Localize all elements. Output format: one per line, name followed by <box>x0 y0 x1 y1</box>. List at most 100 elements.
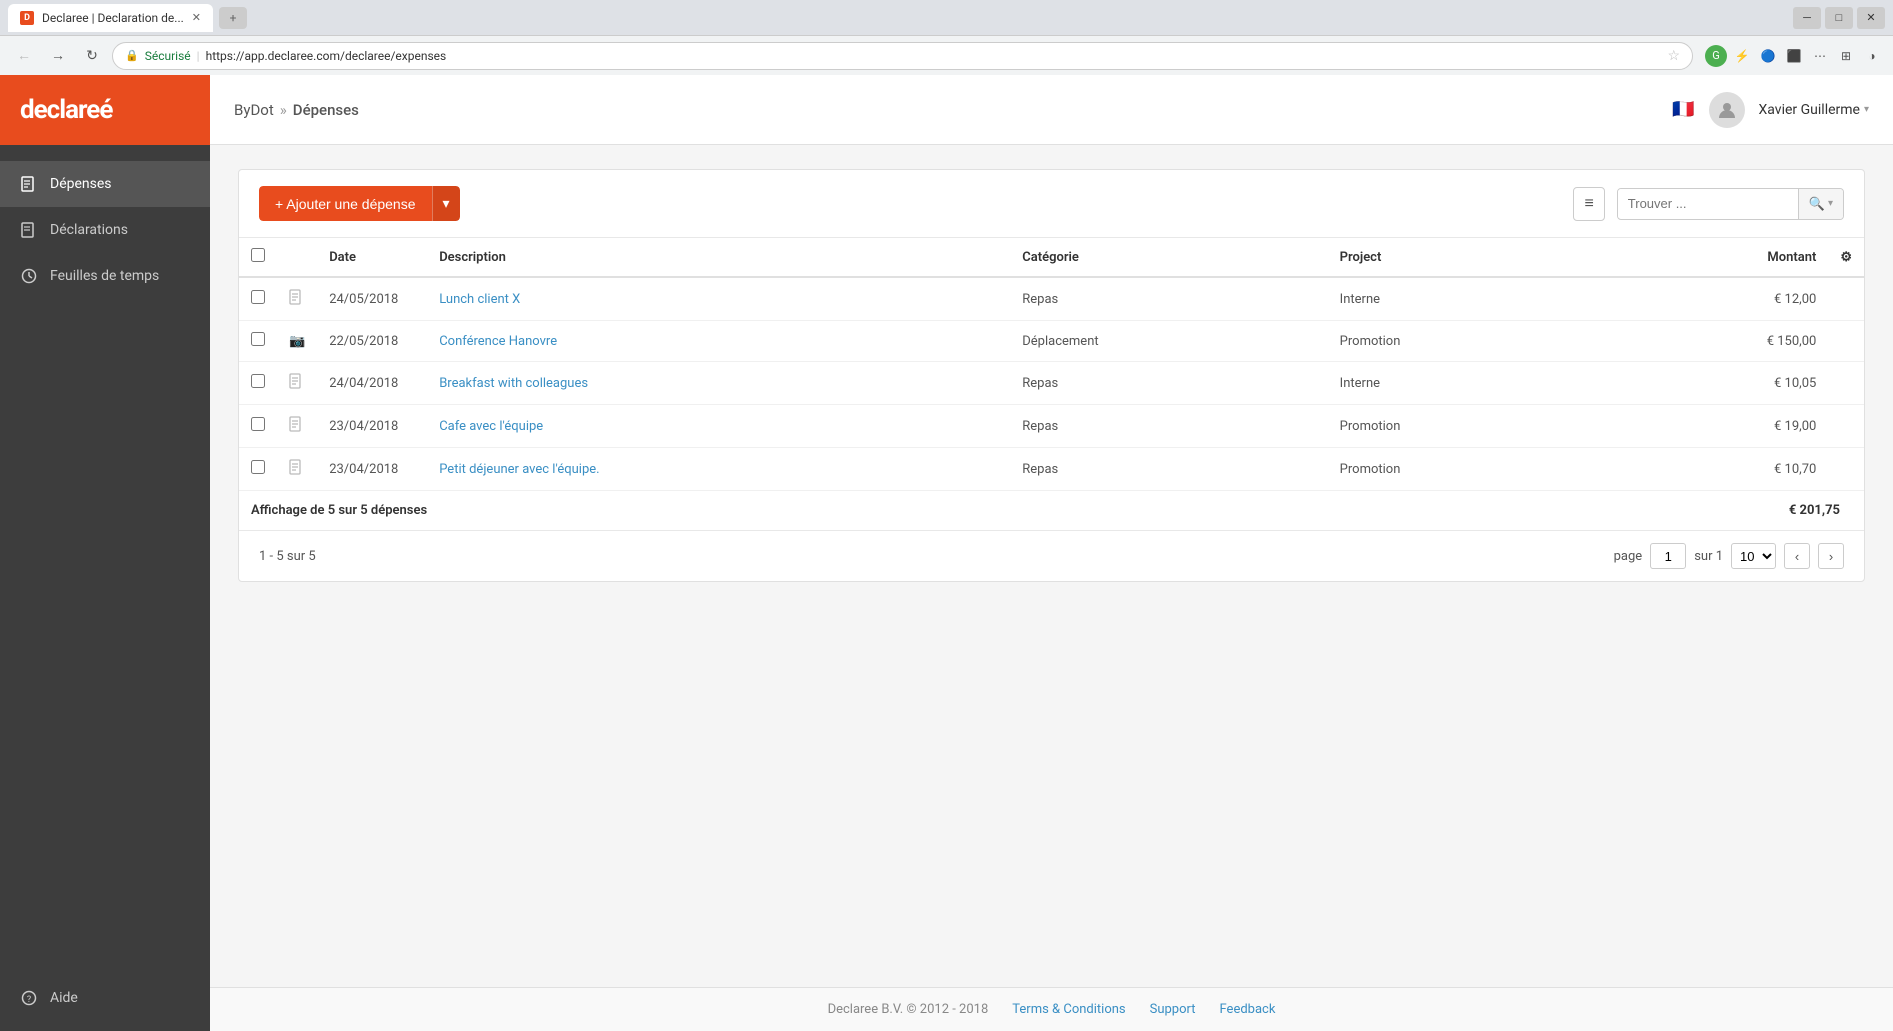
footer-copyright: Declaree B.V. © 2012 - 2018 <box>828 1002 989 1017</box>
sidebar-item-declarations[interactable]: Déclarations <box>0 207 210 253</box>
expense-table: Date Description Catégorie Project Monta… <box>239 237 1864 491</box>
table-row: 23/04/2018 Cafe avec l'équipe Repas Prom… <box>239 405 1864 448</box>
settings-icon[interactable]: ⚙ <box>1840 250 1852 265</box>
browser-tab[interactable]: D Declaree | Declaration de... ✕ <box>8 4 213 32</box>
browser-chrome: D Declaree | Declaration de... ✕ + ─ □ ✕… <box>0 0 1893 75</box>
row-description-link[interactable]: Lunch client X <box>439 292 520 307</box>
search-input[interactable] <box>1618 189 1798 218</box>
page-size-select[interactable]: 10 25 50 <box>1731 543 1776 569</box>
row-montant: € 10,70 <box>1596 448 1829 491</box>
sidebar-nav: Dépenses Déclarations Feuilles de temps <box>0 145 210 965</box>
row-description: Petit déjeuner avec l'équipe. <box>427 448 1010 491</box>
row-project: Promotion <box>1328 448 1596 491</box>
row-checkbox[interactable] <box>251 332 265 346</box>
footer-terms-link[interactable]: Terms & Conditions <box>1012 1002 1125 1017</box>
row-description-link[interactable]: Conférence Hanovre <box>439 334 557 349</box>
declarations-icon <box>20 221 38 239</box>
ext-icon-7[interactable]: ◑ <box>1861 45 1883 67</box>
row-checkbox[interactable] <box>251 460 265 474</box>
row-checkbox[interactable] <box>251 374 265 388</box>
row-date: 24/05/2018 <box>317 277 427 321</box>
row-icon-cell: 📷 <box>277 321 317 362</box>
breadcrumb: ByDot » Dépenses <box>234 101 359 119</box>
language-flag[interactable]: 🇫🇷 <box>1672 99 1694 120</box>
row-montant: € 12,00 <box>1596 277 1829 321</box>
ext-icon-2[interactable]: ⚡ <box>1731 45 1753 67</box>
sidebar-item-declarations-label: Déclarations <box>50 222 128 238</box>
search-button[interactable]: 🔍 ▾ <box>1798 189 1843 219</box>
browser-nav-bar: ← → ↻ 🔒 Sécurisé | https://app.declaree.… <box>0 35 1893 75</box>
sidebar-item-aide[interactable]: ? Aide <box>20 981 190 1015</box>
new-tab-button[interactable]: + <box>219 7 247 29</box>
row-montant: € 19,00 <box>1596 405 1829 448</box>
filter-button[interactable]: ≡ <box>1573 187 1604 221</box>
close-button[interactable]: ✕ <box>1857 7 1885 29</box>
user-avatar[interactable] <box>1709 92 1745 128</box>
tab-close-icon[interactable]: ✕ <box>192 11 201 24</box>
lock-icon: 🔒 <box>125 49 139 62</box>
expense-tbody: 24/05/2018 Lunch client X Repas Interne … <box>239 277 1864 491</box>
select-all-checkbox[interactable] <box>251 248 265 262</box>
row-description-link[interactable]: Breakfast with colleagues <box>439 376 588 391</box>
sidebar-logo: declareé <box>0 75 210 145</box>
row-description-link[interactable]: Petit déjeuner avec l'équipe. <box>439 462 599 477</box>
ext-icon-4[interactable]: ⬛ <box>1783 45 1805 67</box>
browser-title-bar: D Declaree | Declaration de... ✕ + ─ □ ✕ <box>0 0 1893 35</box>
th-checkbox <box>239 238 277 278</box>
th-settings: ⚙ <box>1828 238 1864 278</box>
th-montant: Montant <box>1596 238 1829 278</box>
row-checkbox[interactable] <box>251 417 265 431</box>
row-montant: € 10,05 <box>1596 362 1829 405</box>
row-categorie: Repas <box>1010 448 1327 491</box>
minimize-button[interactable]: ─ <box>1793 7 1821 29</box>
tab-favicon: D <box>20 11 34 25</box>
row-description-link[interactable]: Cafe avec l'équipe <box>439 419 543 434</box>
ext-icon-6[interactable]: ⊞ <box>1835 45 1857 67</box>
row-doc-icon <box>289 294 303 309</box>
expense-card: + Ajouter une dépense ▾ ≡ 🔍 <box>238 169 1865 582</box>
row-settings-cell <box>1828 362 1864 405</box>
back-button[interactable]: ← <box>10 42 38 70</box>
footer-feedback-link[interactable]: Feedback <box>1220 1002 1276 1017</box>
row-date: 23/04/2018 <box>317 448 427 491</box>
user-dropdown-icon: ▾ <box>1864 104 1869 115</box>
ext-icon-1[interactable]: G <box>1705 45 1727 67</box>
page-footer: Declaree B.V. © 2012 - 2018 Terms & Cond… <box>210 987 1893 1031</box>
row-doc-icon <box>289 464 303 479</box>
restore-button[interactable]: □ <box>1825 7 1853 29</box>
add-expense-caret[interactable]: ▾ <box>432 186 460 221</box>
row-checkbox[interactable] <box>251 290 265 304</box>
sidebar-item-aide-label: Aide <box>50 990 78 1006</box>
feuilles-icon <box>20 267 38 285</box>
address-bar-right: ☆ <box>1667 48 1680 64</box>
ext-icon-5[interactable]: ⋯ <box>1809 45 1831 67</box>
main-content: ByDot » Dépenses 🇫🇷 Xavier Guillerme ▾ <box>210 75 1893 1031</box>
forward-button[interactable]: → <box>44 42 72 70</box>
page-label: page <box>1614 549 1643 564</box>
table-toolbar: + Ajouter une dépense ▾ ≡ 🔍 <box>239 170 1864 237</box>
row-date: 24/04/2018 <box>317 362 427 405</box>
sidebar-item-feuilles[interactable]: Feuilles de temps <box>0 253 210 299</box>
star-icon[interactable]: ☆ <box>1667 48 1680 64</box>
extension-icons: G ⚡ 🔵 ⬛ ⋯ ⊞ ◑ <box>1705 45 1883 67</box>
svg-text:?: ? <box>27 995 31 1005</box>
page-input[interactable] <box>1650 543 1686 569</box>
add-expense-button[interactable]: + Ajouter une dépense <box>259 186 432 221</box>
refresh-button[interactable]: ↻ <box>78 42 106 70</box>
row-categorie: Déplacement <box>1010 321 1327 362</box>
address-bar[interactable]: 🔒 Sécurisé | https://app.declaree.com/de… <box>112 42 1693 70</box>
search-wrap: 🔍 ▾ <box>1617 188 1844 220</box>
page-next-button[interactable]: › <box>1818 543 1844 569</box>
footer-support-link[interactable]: Support <box>1150 1002 1196 1017</box>
row-description: Conférence Hanovre <box>427 321 1010 362</box>
user-name[interactable]: Xavier Guillerme ▾ <box>1759 102 1869 118</box>
row-project: Promotion <box>1328 321 1596 362</box>
sidebar-item-depenses[interactable]: Dépenses <box>0 161 210 207</box>
row-icon-cell <box>277 448 317 491</box>
sidebar-item-depenses-label: Dépenses <box>50 176 112 192</box>
row-categorie: Repas <box>1010 362 1327 405</box>
table-row: 23/04/2018 Petit déjeuner avec l'équipe.… <box>239 448 1864 491</box>
page-prev-button[interactable]: ‹ <box>1784 543 1810 569</box>
ext-icon-3[interactable]: 🔵 <box>1757 45 1779 67</box>
app-layout: declareé Dépenses Déclarations Feuilles … <box>0 75 1893 1031</box>
